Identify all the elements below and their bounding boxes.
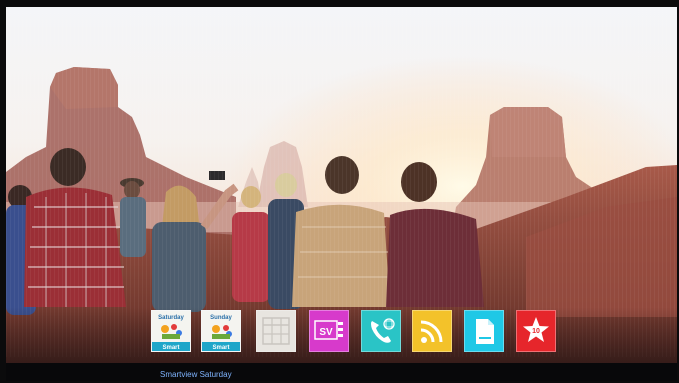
smartview-sunday-icon: Sunday Smart xyxy=(202,311,240,351)
document-icon xyxy=(465,311,503,351)
smartview-saturday-icon: Saturday Smart xyxy=(152,311,190,351)
phone-call-icon xyxy=(362,311,400,351)
top10-star-icon: 10 xyxy=(517,311,555,351)
tv-screen: Saturday Smart Sunday Smart SV 10 Smartv… xyxy=(6,7,677,381)
smartview-sunday-tile[interactable]: Sunday Smart xyxy=(201,310,241,352)
tile-top-text: Saturday xyxy=(158,315,184,321)
guide-tile[interactable] xyxy=(256,310,296,352)
tile-bottom-text: Smart xyxy=(212,345,229,351)
selected-app-caption: Smartview Saturday xyxy=(160,370,232,379)
sv-tile[interactable]: SV xyxy=(309,310,349,352)
rss-feed-icon xyxy=(413,311,451,351)
phone-tile[interactable] xyxy=(361,310,401,352)
rss-tile[interactable] xyxy=(412,310,452,352)
status-strip xyxy=(6,363,677,381)
sv-app-icon: SV xyxy=(310,311,348,351)
sv-label: SV xyxy=(319,327,333,338)
tv-frame: Saturday Smart Sunday Smart SV 10 Smartv… xyxy=(0,0,679,383)
tile-bottom-text: Smart xyxy=(162,345,179,351)
top10-label: 10 xyxy=(532,328,540,335)
document-tile[interactable] xyxy=(464,310,504,352)
tile-top-text: Sunday xyxy=(210,315,232,321)
top10-tile[interactable]: 10 xyxy=(516,310,556,352)
guide-grid-icon xyxy=(257,311,295,351)
smartview-saturday-tile[interactable]: Saturday Smart xyxy=(151,310,191,352)
